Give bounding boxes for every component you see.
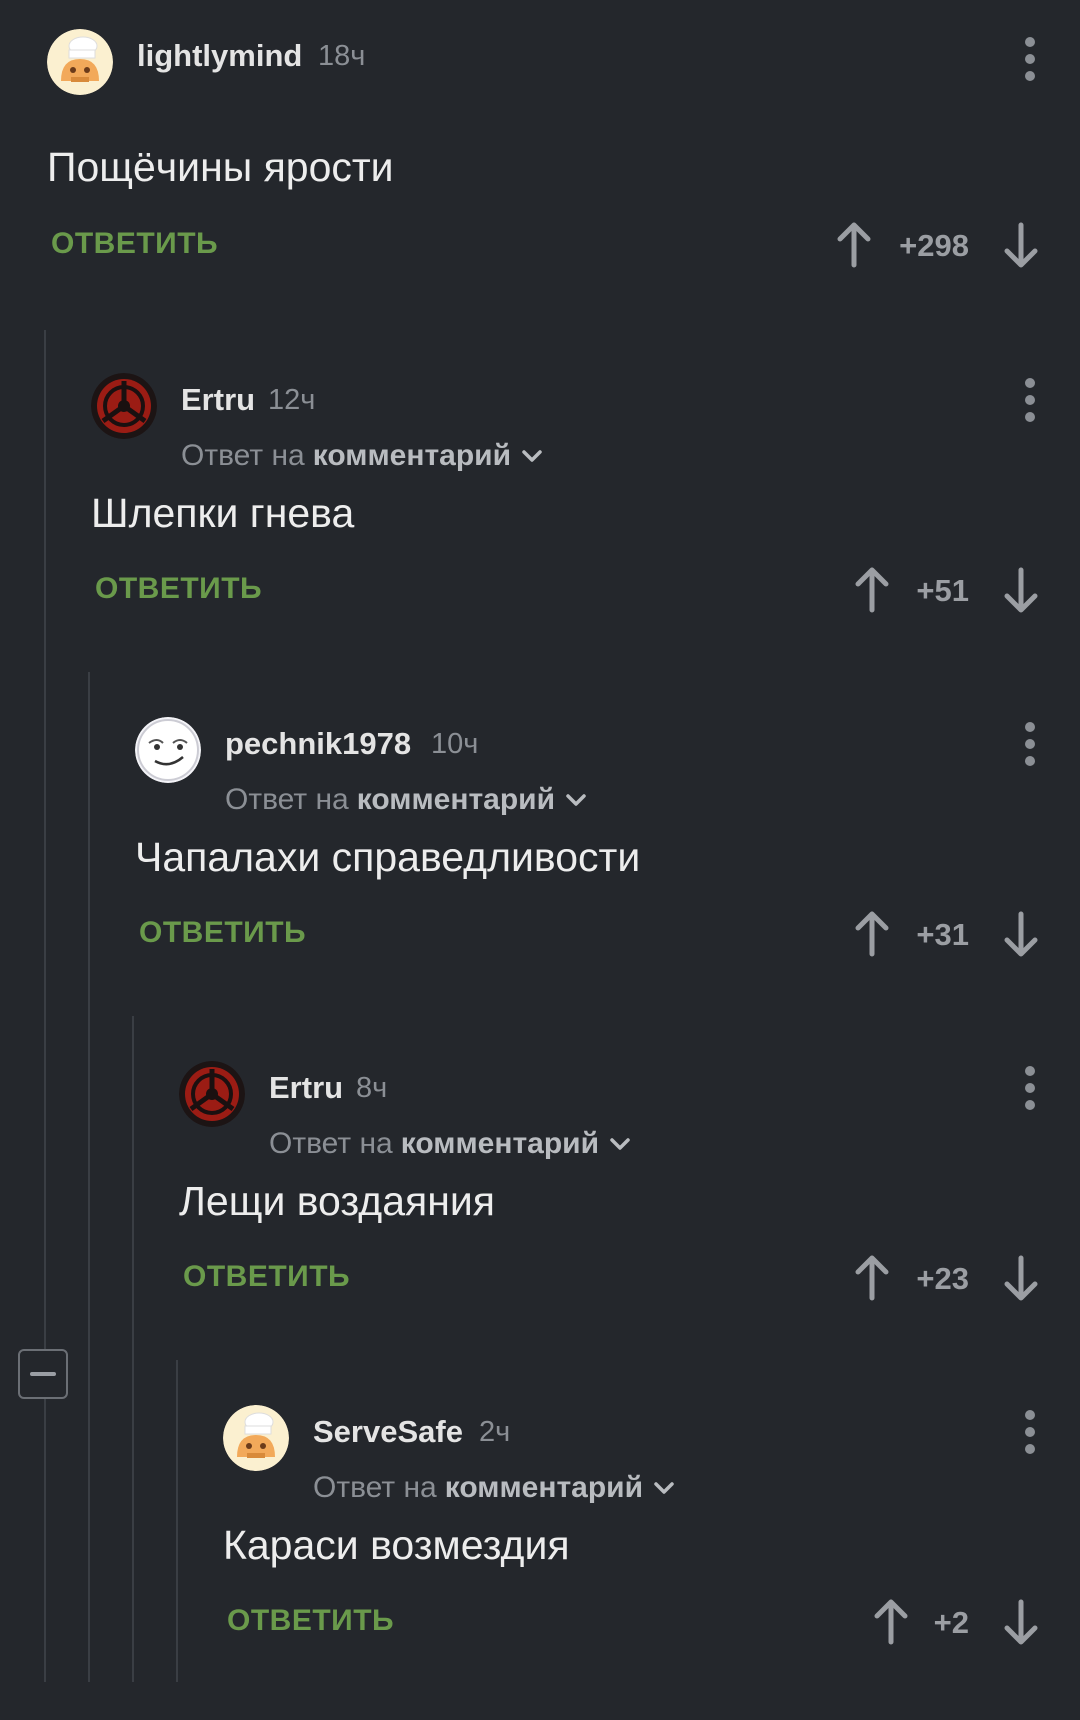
username[interactable]: Ertru	[181, 382, 255, 418]
more-vertical-icon[interactable]	[1024, 722, 1036, 766]
reply-to-link[interactable]: Ответ на комментарий	[225, 783, 589, 817]
reply-button[interactable]: ОТВЕТИТЬ	[51, 227, 218, 261]
more-vertical-icon[interactable]	[1024, 1066, 1036, 1110]
comment: pechnik1978 10ч Ответ на комментарий Чап…	[135, 688, 1080, 1032]
comment-text: Чапалахи справедливости	[135, 834, 641, 880]
vote-score: +31	[916, 917, 969, 952]
chef-avatar-icon[interactable]	[47, 29, 113, 95]
reply-target: комментарий	[444, 1471, 644, 1504]
chevron-down-icon	[654, 1482, 674, 1494]
reply-prefix: Ответ на	[313, 1471, 437, 1504]
reply-target: комментарий	[400, 1127, 600, 1160]
chef-avatar-icon[interactable]	[223, 1405, 289, 1471]
timestamp: 18ч	[318, 40, 366, 72]
comment-text: Караси возмездия	[223, 1522, 570, 1568]
chevron-down-icon	[522, 450, 542, 462]
reply-to-link[interactable]: Ответ на комментарий	[181, 439, 545, 473]
vote-score: +23	[916, 1261, 969, 1296]
timestamp: 2ч	[479, 1416, 511, 1448]
username[interactable]: pechnik1978	[225, 726, 411, 762]
arrow-up-icon[interactable]	[852, 1254, 892, 1302]
username[interactable]: ServeSafe	[313, 1414, 463, 1450]
comment-text: Лещи воздаяния	[179, 1178, 495, 1224]
reply-to-link[interactable]: Ответ на комментарий	[313, 1471, 677, 1505]
arrow-down-icon[interactable]	[1001, 1598, 1041, 1646]
comment: Ertru 8ч Ответ на комментарий Лещи возда…	[179, 1032, 1080, 1376]
thread-line-level-3	[132, 1016, 134, 1682]
vote-score: +298	[899, 228, 969, 263]
reply-to-link[interactable]: Ответ на комментарий	[269, 1127, 633, 1161]
comment-text: Шлепки гнева	[91, 490, 355, 536]
arrow-up-icon[interactable]	[871, 1598, 911, 1646]
reply-button[interactable]: ОТВЕТИТЬ	[183, 1260, 350, 1294]
thread-line-level-1	[44, 330, 46, 1682]
username[interactable]: Ertru	[269, 1070, 343, 1106]
vote-score: +51	[916, 573, 969, 608]
thread-line-level-2	[88, 672, 90, 1682]
emblem-avatar-icon[interactable]	[179, 1061, 245, 1127]
timestamp: 12ч	[268, 384, 316, 416]
comment-text: Пощёчины ярости	[47, 144, 394, 190]
reply-target: комментарий	[312, 439, 512, 472]
arrow-down-icon[interactable]	[1001, 910, 1041, 958]
reply-prefix: Ответ на	[225, 783, 349, 816]
meme-face-avatar-icon[interactable]	[135, 717, 201, 783]
reply-prefix: Ответ на	[269, 1127, 393, 1160]
username[interactable]: lightlymind	[137, 38, 302, 74]
arrow-down-icon[interactable]	[1001, 566, 1041, 614]
chevron-down-icon	[610, 1138, 630, 1150]
comment: ServeSafe 2ч Ответ на комментарий Караси…	[223, 1376, 1080, 1720]
vote-score: +2	[933, 1605, 969, 1640]
more-vertical-icon[interactable]	[1024, 1410, 1036, 1454]
reply-button[interactable]: ОТВЕТИТЬ	[95, 572, 262, 606]
timestamp: 8ч	[356, 1072, 388, 1104]
chevron-down-icon	[566, 794, 586, 806]
emblem-avatar-icon[interactable]	[91, 373, 157, 439]
timestamp: 10ч	[431, 728, 479, 760]
comment: lightlymind 18ч Пощёчины ярости ОТВЕТИТЬ…	[47, 0, 1080, 344]
more-vertical-icon[interactable]	[1024, 37, 1036, 81]
arrow-up-icon[interactable]	[852, 910, 892, 958]
comment: Ertru 12ч Ответ на комментарий Шлепки гн…	[91, 344, 1080, 688]
reply-prefix: Ответ на	[181, 439, 305, 472]
arrow-down-icon[interactable]	[1001, 221, 1041, 269]
reply-button[interactable]: ОТВЕТИТЬ	[139, 916, 306, 950]
arrow-down-icon[interactable]	[1001, 1254, 1041, 1302]
minus-icon	[30, 1372, 56, 1376]
thread-line-level-4	[176, 1360, 178, 1682]
reply-button[interactable]: ОТВЕТИТЬ	[227, 1604, 394, 1638]
arrow-up-icon[interactable]	[834, 221, 874, 269]
more-vertical-icon[interactable]	[1024, 378, 1036, 422]
collapse-thread-button[interactable]	[18, 1349, 68, 1399]
reply-target: комментарий	[356, 783, 556, 816]
arrow-up-icon[interactable]	[852, 566, 892, 614]
